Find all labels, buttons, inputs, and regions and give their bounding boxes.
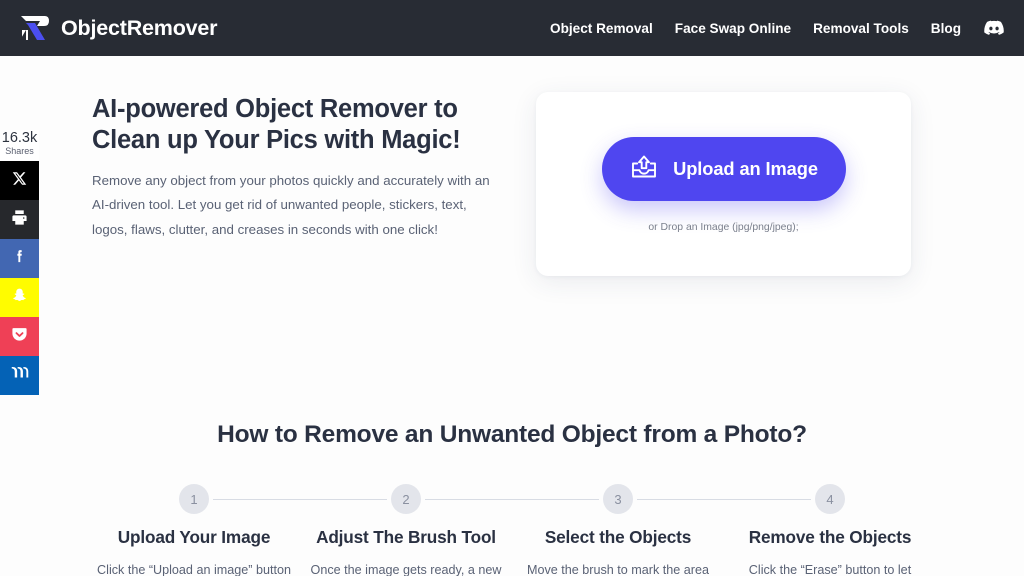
share-facebook-button[interactable]: [0, 239, 39, 278]
x-twitter-icon: [12, 171, 27, 191]
step-circle-wrap: 4: [724, 484, 936, 514]
page-root: ObjectRemover Object Removal Face Swap O…: [0, 0, 1024, 576]
nav-item-face-swap-online[interactable]: Face Swap Online: [675, 21, 791, 36]
pocket-icon: [11, 326, 28, 348]
step-item: 1 Upload Your Image Click the “Upload an…: [88, 484, 387, 576]
step-description: Click the “Upload an image” button to: [97, 563, 291, 576]
step-description: Once the image gets ready, a new: [310, 563, 502, 576]
step-number-badge: 1: [179, 484, 209, 514]
hero-section: AI-powered Object Remover to Clean up Yo…: [92, 94, 512, 242]
step-number-badge: 2: [391, 484, 421, 514]
discord-icon[interactable]: [984, 20, 1004, 36]
brand-name: ObjectRemover: [61, 15, 218, 40]
step-circle-wrap: 3: [512, 484, 811, 514]
site-header: ObjectRemover Object Removal Face Swap O…: [0, 0, 1024, 56]
step-item: 2 Adjust The Brush Tool Once the image g…: [300, 484, 599, 576]
step-title: Adjust The Brush Tool: [316, 527, 496, 547]
howto-steps: 1 Upload Your Image Click the “Upload an…: [88, 484, 936, 576]
upload-drop-hint: or Drop an Image (jpg/png/jpeg);: [648, 222, 799, 233]
brand-logo[interactable]: ObjectRemover: [18, 13, 218, 43]
social-share-rail: 16.3k Shares: [0, 130, 39, 395]
facebook-icon: [11, 248, 28, 270]
step-number-badge: 3: [603, 484, 633, 514]
step-title: Select the Objects: [544, 527, 692, 547]
share-count: 16.3k Shares: [0, 130, 39, 161]
nav-item-blog[interactable]: Blog: [931, 21, 961, 36]
share-print-button[interactable]: [0, 200, 39, 239]
printer-icon: [11, 209, 28, 231]
step-description: Click the “Erase” button to let Object: [748, 563, 912, 576]
upload-image-button[interactable]: Upload an Image: [601, 137, 846, 201]
share-pocket-button[interactable]: [0, 317, 39, 356]
hero-title: AI-powered Object Remover to Clean up Yo…: [92, 95, 461, 154]
step-description: Move the brush to mark the area that: [526, 563, 709, 576]
snapchat-icon: [11, 287, 28, 309]
step-item: 3 Select the Objects Move the brush to m…: [512, 484, 811, 576]
upload-card[interactable]: Upload an Image or Drop an Image (jpg/pn…: [536, 92, 911, 276]
nav-item-object-removal[interactable]: Object Removal: [550, 21, 653, 36]
step-circle-wrap: 2: [300, 484, 599, 514]
share-count-number: 16.3k: [1, 130, 38, 146]
upload-tray-icon: [629, 154, 659, 185]
step-title: Upload Your Image: [117, 527, 271, 547]
share-snapchat-button[interactable]: [0, 278, 39, 317]
objectremover-r-logo-icon: [18, 13, 52, 43]
upload-button-label: Upload an Image: [673, 158, 818, 179]
hero-description: Remove any object from your photos quick…: [92, 173, 490, 237]
step-title: Remove the Objects: [748, 527, 912, 547]
nav-item-removal-tools[interactable]: Removal Tools: [813, 21, 909, 36]
step-circle-wrap: 1: [88, 484, 387, 514]
share-x-button[interactable]: [0, 161, 39, 200]
share-count-label: Shares: [5, 146, 34, 156]
share-mix-button[interactable]: [0, 356, 39, 395]
step-number-badge: 4: [815, 484, 845, 514]
step-item: 4 Remove the Objects Click the “Erase” b…: [724, 484, 936, 576]
mix-icon: [11, 366, 29, 385]
main-nav: Object Removal Face Swap Online Removal …: [550, 20, 1010, 36]
howto-heading: How to Remove an Unwanted Object from a …: [217, 421, 807, 448]
